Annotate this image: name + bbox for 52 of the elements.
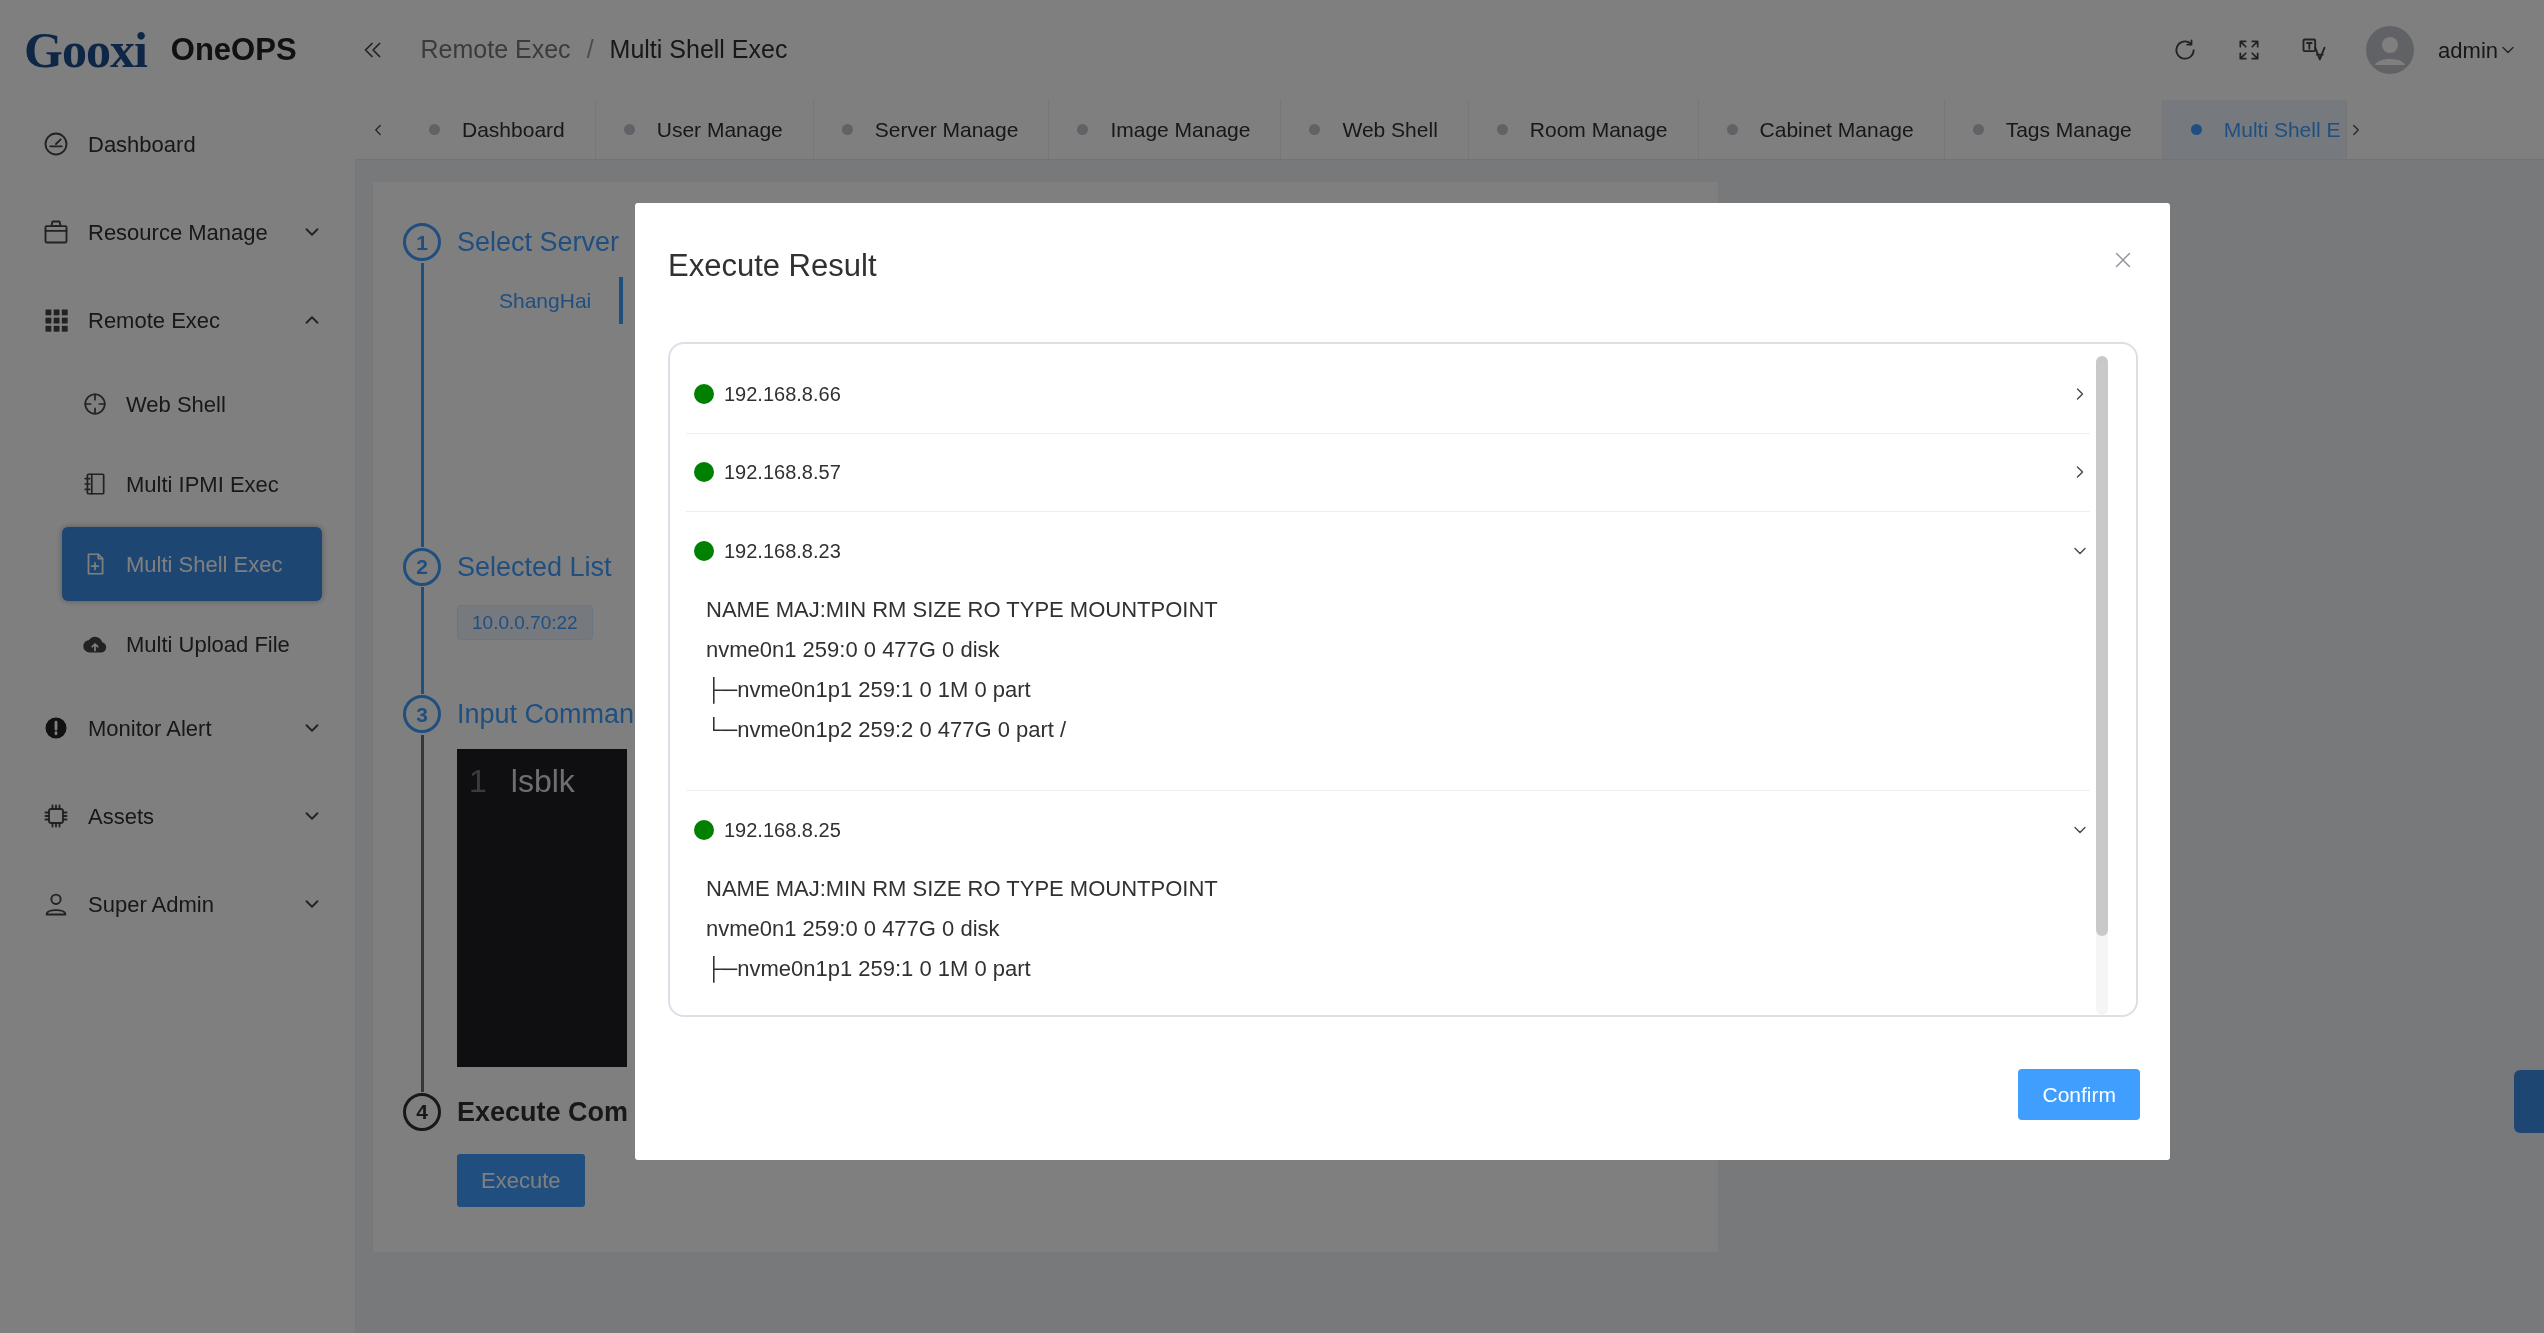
tab[interactable]: User Manage — [595, 100, 814, 159]
tab[interactable]: Web Shell — [1281, 100, 1469, 159]
step-title: Input Comman — [457, 698, 635, 731]
output-line: NAME MAJ:MIN RM SIZE RO TYPE MOUNTPOINT — [706, 874, 1219, 903]
result-row[interactable]: 192.168.8.57 — [686, 433, 2090, 512]
result-row[interactable]: 192.168.8.23 — [686, 511, 2090, 590]
sidebar-item[interactable]: Resource Manage — [0, 188, 355, 276]
crosshair-icon — [82, 391, 108, 417]
step-title: Selected List — [457, 550, 612, 584]
sidebar-subitem[interactable]: Multi Shell Exec — [62, 527, 322, 601]
step-number: 1 — [403, 223, 441, 262]
output-line: └─nvme0n1p2 259:2 0 477G 0 part / — [706, 715, 1068, 744]
tab[interactable]: Dashboard — [401, 100, 596, 159]
breadcrumb-link[interactable]: Remote Exec — [420, 31, 571, 69]
step-number: 3 — [403, 695, 441, 734]
result-row[interactable]: 192.168.8.66 — [686, 355, 2090, 434]
sidebar-subitem[interactable]: Multi Upload File — [62, 604, 322, 684]
output-line: ├─nvme0n1p1 259:1 0 1M 0 part — [706, 675, 1032, 706]
output-line: nvme0n1 259:0 0 477G 0 disk — [706, 635, 1001, 664]
username[interactable]: admin — [2438, 33, 2498, 67]
tab[interactable]: Server Manage — [813, 100, 1050, 159]
output-line: nvme0n1 259:0 0 477G 0 disk — [706, 914, 1001, 943]
tab[interactable]: Image Manage — [1049, 100, 1282, 159]
breadcrumb-separator: / — [586, 34, 594, 66]
dialog-title: Execute Result — [668, 247, 877, 285]
output-line: NAME MAJ:MIN RM SIZE RO TYPE MOUNTPOINT — [706, 595, 1219, 624]
sidebar-item[interactable]: Remote Exec — [0, 276, 355, 364]
confirm-button[interactable]: Confirm — [2018, 1068, 2140, 1120]
sidebar-item[interactable]: Dashboard — [0, 100, 355, 188]
step-number: 2 — [403, 547, 441, 586]
breadcrumb-current: Multi Shell Exec — [609, 34, 788, 66]
gauge-icon — [42, 130, 70, 158]
package-icon — [42, 218, 70, 246]
step-title: Execute Com — [457, 1095, 629, 1129]
tab[interactable]: Cabinet Manage — [1698, 100, 1945, 159]
sidebar-subitem[interactable]: Web Shell — [62, 364, 322, 444]
logo: Gooxi — [24, 20, 147, 80]
step-title: Select Server — [457, 226, 620, 259]
code-line: lsblk — [510, 761, 575, 801]
ip-tag: 10.0.0.70:22 — [457, 605, 593, 640]
app-name: OneOPS — [170, 30, 297, 69]
result-row[interactable]: 192.168.8.25 — [686, 790, 2090, 869]
sidebar-item[interactable]: Monitor Alert — [0, 684, 355, 772]
tab[interactable]: Tags Manage — [1944, 100, 2163, 159]
notebook-icon — [82, 471, 108, 497]
step-number: 4 — [403, 1092, 441, 1131]
tab[interactable]: Room Manage — [1468, 100, 1699, 159]
chip-icon — [42, 802, 70, 830]
sidebar-subitem[interactable]: Multi IPMI Exec — [62, 444, 322, 524]
output-line: ├─nvme0n1p1 259:1 0 1M 0 part — [706, 954, 1032, 985]
sidebar-item[interactable]: Super Admin — [0, 860, 355, 948]
sidebar-item[interactable]: Assets — [0, 772, 355, 860]
